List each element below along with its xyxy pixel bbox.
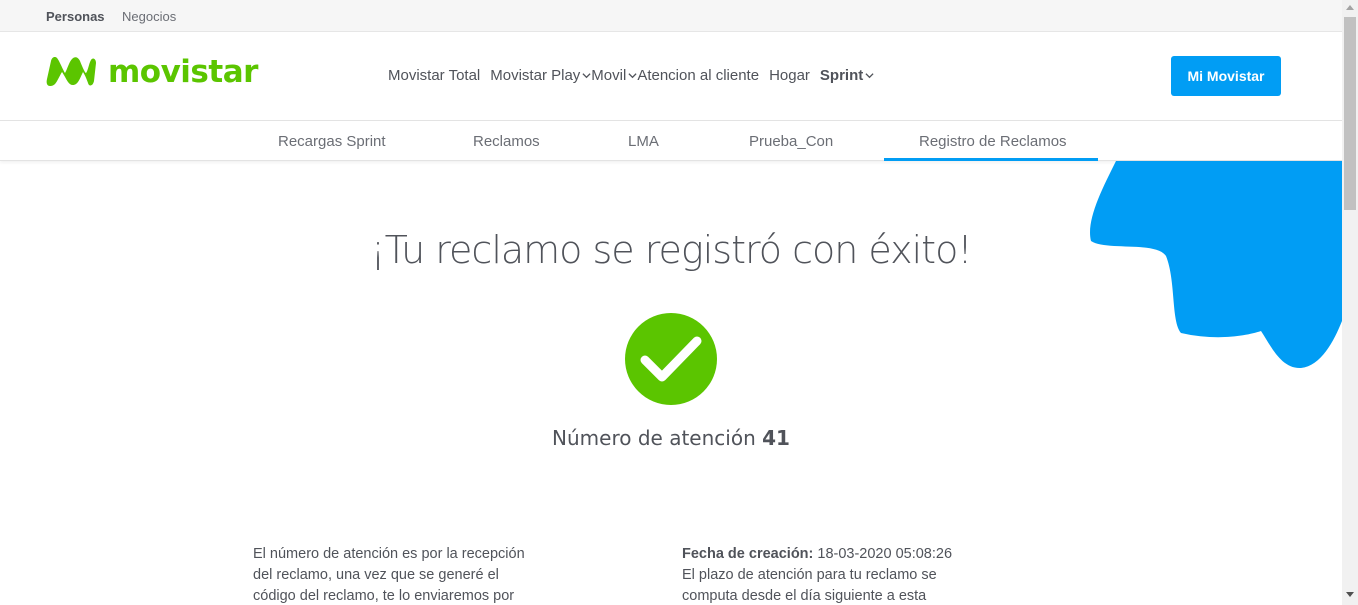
nav-movistar-play[interactable]: Movistar Play: [490, 67, 591, 84]
top-bar: Personas Negocios: [0, 0, 1342, 32]
check-circle-icon: [625, 313, 717, 405]
movistar-logo[interactable]: movistar: [44, 53, 258, 91]
creation-date-value: 18-03-2020 05:08:26: [817, 546, 953, 562]
attention-info-text: El número de atención es por la recepció…: [253, 546, 525, 604]
nav-movistar-total[interactable]: Movistar Total: [388, 67, 480, 84]
nav-label: Hogar: [769, 67, 810, 84]
tab-recargas-sprint[interactable]: Recargas Sprint: [278, 133, 386, 150]
sub-nav: Recargas Sprint Reclamos LMA Prueba_Con …: [0, 121, 1342, 161]
nav-atencion-al-cliente[interactable]: Atencion al cliente: [637, 67, 759, 84]
attention-value: 41: [762, 426, 790, 450]
creation-info: Fecha de creación: 18-03-2020 05:08:26 E…: [682, 544, 982, 605]
nav-label: Atencion al cliente: [637, 67, 760, 84]
deadline-info-text: El plazo de atención para tu reclamo se …: [682, 567, 937, 604]
page-title: ¡Tu reclamo se registró con éxito!: [370, 228, 972, 272]
header: movistar Movistar Total Movistar Play Mo…: [0, 32, 1342, 121]
nav-label: Movistar Play: [490, 67, 581, 84]
movistar-m-icon: [46, 57, 96, 86]
chevron-down-icon: [582, 73, 591, 79]
tab-registro-de-reclamos[interactable]: Registro de Reclamos: [919, 133, 1067, 150]
scroll-down-icon[interactable]: [1346, 592, 1354, 597]
vertical-scrollbar[interactable]: [1342, 0, 1358, 605]
creation-date-label: Fecha de creación:: [682, 546, 814, 562]
tab-prueba-con[interactable]: Prueba_Con: [749, 133, 833, 150]
nav-movil[interactable]: Movil: [591, 67, 637, 84]
tab-reclamos[interactable]: Reclamos: [473, 133, 540, 150]
negocios-link[interactable]: Negocios: [122, 9, 176, 24]
nav-hogar[interactable]: Hogar: [769, 67, 810, 84]
chevron-down-icon: [865, 73, 874, 79]
nav-label: Sprint: [819, 67, 864, 84]
active-tab-indicator: [884, 158, 1098, 161]
tab-lma[interactable]: LMA: [628, 133, 659, 150]
brand-name: movistar: [108, 54, 258, 90]
nav-sprint[interactable]: Sprint: [820, 67, 874, 84]
scrollbar-thumb[interactable]: [1344, 17, 1356, 210]
scroll-up-icon[interactable]: [1346, 5, 1354, 10]
main-nav: Movistar Total Movistar Play Movil Atenc…: [388, 67, 874, 84]
nav-label: Movistar Total: [388, 67, 481, 84]
attention-label: Número de atención: [552, 426, 756, 450]
attention-number: Número de atención 41: [0, 426, 1342, 450]
mi-movistar-button[interactable]: Mi Movistar: [1171, 56, 1281, 96]
chevron-down-icon: [628, 73, 637, 79]
personas-link[interactable]: Personas: [46, 9, 105, 24]
nav-label: Movil: [591, 67, 627, 84]
